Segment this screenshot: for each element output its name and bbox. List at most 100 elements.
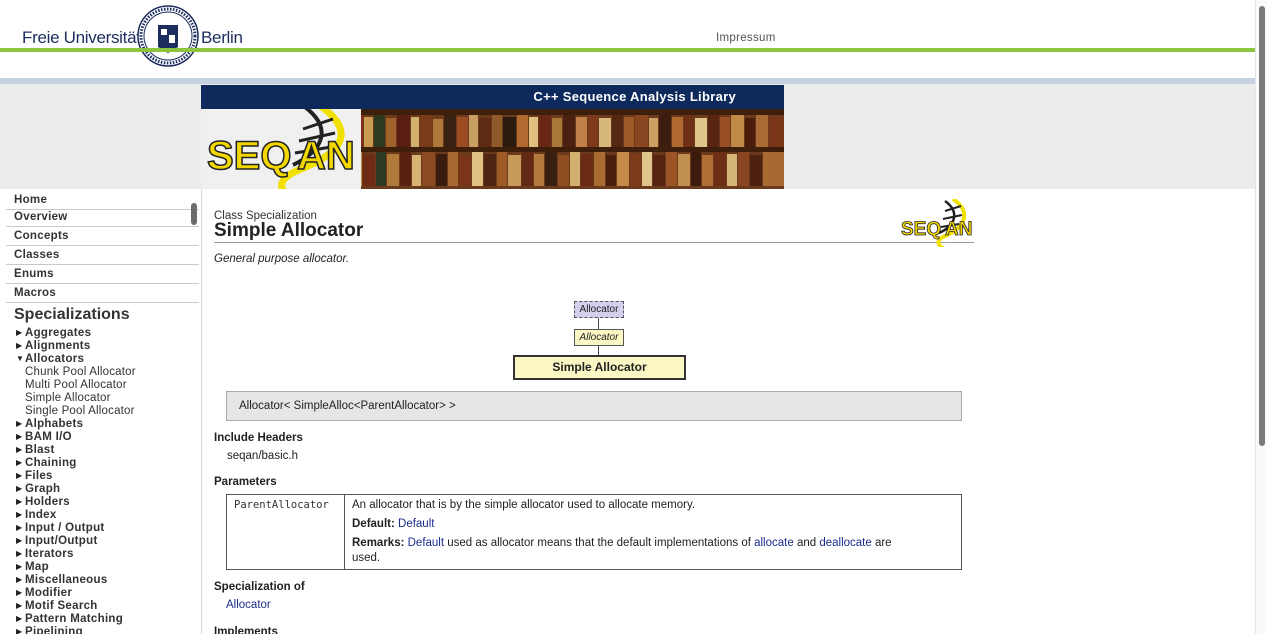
svg-text:AN: AN — [297, 134, 355, 178]
nav-label: Concepts — [14, 230, 69, 242]
triangle-right-icon[interactable]: ▶ — [16, 328, 25, 337]
tree-item-files[interactable]: ▶ Files — [16, 470, 53, 482]
tree-label: Map — [25, 561, 49, 573]
triangle-right-icon[interactable]: ▶ — [16, 627, 25, 634]
triangle-right-icon[interactable]: ▶ — [16, 484, 25, 493]
triangle-right-icon[interactable]: ▶ — [16, 419, 25, 428]
triangle-right-icon[interactable]: ▶ — [16, 562, 25, 571]
sidebar-scrollbar[interactable] — [191, 203, 197, 225]
table-divider — [344, 495, 345, 569]
triangle-right-icon[interactable]: ▶ — [16, 432, 25, 441]
nav-label: Home — [14, 194, 48, 206]
include-headers-heading: Include Headers — [214, 432, 303, 444]
tree-item-pattern-matching[interactable]: ▶ Pattern Matching — [16, 613, 123, 625]
tree-item-chaining[interactable]: ▶ Chaining — [16, 457, 77, 469]
tree-item-alignments[interactable]: ▶ Alignments — [16, 340, 91, 352]
tree-item-modifier[interactable]: ▶ Modifier — [16, 587, 72, 599]
main-content: Class Specialization Simple Allocator SE… — [201, 189, 1255, 634]
triangle-right-icon[interactable]: ▶ — [16, 341, 25, 350]
param-description: An allocator that is by the simple alloc… — [352, 499, 696, 511]
tree-item-index[interactable]: ▶ Index — [16, 509, 57, 521]
page-scrollbar[interactable] — [1255, 0, 1267, 634]
nav-macros[interactable]: Macros — [6, 284, 199, 303]
triangle-right-icon[interactable]: ▶ — [16, 523, 25, 532]
triangle-right-icon[interactable]: ▶ — [16, 614, 25, 623]
tree-item-input-output-spaced[interactable]: ▶ Input / Output — [16, 522, 105, 534]
signature-box: Allocator< SimpleAlloc<ParentAllocator> … — [226, 391, 962, 421]
tree-label: Graph — [25, 483, 61, 495]
svg-text:AN: AN — [945, 219, 972, 240]
triangle-right-icon[interactable]: ▶ — [16, 458, 25, 467]
nav-classes[interactable]: Classes — [6, 246, 199, 265]
specialization-of-link[interactable]: Allocator — [226, 599, 271, 611]
triangle-right-icon[interactable]: ▶ — [16, 510, 25, 519]
sidebar: Home Overview Concepts Classes Enums Mac… — [0, 189, 202, 634]
triangle-right-icon[interactable]: ▶ — [16, 445, 25, 454]
nav-label: Macros — [14, 287, 57, 299]
triangle-right-icon[interactable]: ▶ — [16, 588, 25, 597]
parameters-heading: Parameters — [214, 476, 277, 488]
remarks-label: Remarks: — [352, 537, 405, 549]
seqan-banner[interactable]: C++ Sequence Analysis Library SEQ AN — [201, 85, 784, 189]
tree-subitem-single-pool-allocator[interactable]: Single Pool Allocator — [25, 405, 135, 417]
tree-item-graph[interactable]: ▶ Graph — [16, 483, 60, 495]
tree-label: Modifier — [25, 587, 73, 599]
tree-item-allocators[interactable]: ▼Allocators — [16, 353, 84, 365]
tree-item-holders[interactable]: ▶ Holders — [16, 496, 70, 508]
tree-item-alphabets[interactable]: ▶ Alphabets — [16, 418, 83, 430]
triangle-right-icon[interactable]: ▶ — [16, 497, 25, 506]
tree-item-map[interactable]: ▶ Map — [16, 561, 49, 573]
tree-item-iterators[interactable]: ▶ Iterators — [16, 548, 74, 560]
diagram-connector — [598, 318, 599, 329]
remarks-text: are — [871, 537, 892, 549]
include-header-file: seqan/basic.h — [227, 450, 298, 462]
title-divider — [214, 242, 974, 243]
diagram-parent-box[interactable]: Allocator — [574, 329, 624, 346]
university-city[interactable]: Berlin — [201, 28, 243, 48]
tree-label: Pattern Matching — [25, 613, 124, 625]
default-link[interactable]: Default — [398, 518, 434, 530]
tree-label: Index — [25, 509, 57, 521]
deallocate-link[interactable]: deallocate — [819, 537, 871, 549]
allocate-link[interactable]: allocate — [754, 537, 794, 549]
nav-concepts[interactable]: Concepts — [6, 227, 199, 246]
tree-item-aggregates[interactable]: ▶ Aggregates — [16, 327, 91, 339]
tree-item-pipelining[interactable]: ▶ Pipelining — [16, 626, 83, 634]
triangle-right-icon[interactable]: ▶ — [16, 549, 25, 558]
tree-item-input-output[interactable]: ▶ Input/Output — [16, 535, 98, 547]
tree-item-miscellaneous[interactable]: ▶ Miscellaneous — [16, 574, 108, 586]
fu-berlin-seal-icon[interactable] — [137, 5, 199, 67]
nav-enums[interactable]: Enums — [6, 265, 199, 284]
tree-subitem-simple-allocator[interactable]: Simple Allocator — [25, 392, 111, 404]
university-name[interactable]: Freie Universität — [22, 28, 141, 48]
nav-overview[interactable]: Overview — [6, 208, 199, 227]
tree-label: Pipelining — [25, 626, 83, 634]
diagram-current-box: Simple Allocator — [513, 355, 686, 380]
triangle-right-icon[interactable]: ▶ — [16, 601, 25, 610]
green-divider — [0, 48, 1255, 52]
specialization-of-heading: Specialization of — [214, 581, 305, 593]
tree-item-bam-io[interactable]: ▶ BAM I/O — [16, 431, 72, 443]
remarks-default-link[interactable]: Default — [408, 537, 444, 549]
parameters-table: ParentAllocator An allocator that is by … — [226, 494, 962, 570]
tree-label: Iterators — [25, 548, 74, 560]
svg-text:SEQ: SEQ — [901, 219, 941, 240]
tree-item-blast[interactable]: ▶ Blast — [16, 444, 55, 456]
class-signature: Allocator< SimpleAlloc<ParentAllocator> … — [239, 400, 456, 412]
tree-label: BAM I/O — [25, 431, 72, 443]
tree-label: Motif Search — [25, 600, 98, 612]
impressum-link[interactable]: Impressum — [716, 32, 776, 44]
tree-subitem-multi-pool-allocator[interactable]: Multi Pool Allocator — [25, 379, 127, 391]
triangle-right-icon[interactable]: ▶ — [16, 536, 25, 545]
diagram-concept-box[interactable]: Allocator — [574, 301, 624, 318]
scrollbar-thumb[interactable] — [1259, 6, 1265, 446]
bookshelf-banner-image: SEQ AN — [201, 109, 784, 189]
triangle-down-icon[interactable]: ▼ — [16, 354, 25, 363]
triangle-right-icon[interactable]: ▶ — [16, 471, 25, 480]
banner-title-bar: C++ Sequence Analysis Library — [201, 85, 784, 109]
tree-item-motif-search[interactable]: ▶ Motif Search — [16, 600, 98, 612]
tree-label: Input / Output — [25, 522, 105, 534]
sidebar-heading: Specializations — [14, 306, 130, 323]
tree-subitem-chunk-pool-allocator[interactable]: Chunk Pool Allocator — [25, 366, 136, 378]
triangle-right-icon[interactable]: ▶ — [16, 575, 25, 584]
